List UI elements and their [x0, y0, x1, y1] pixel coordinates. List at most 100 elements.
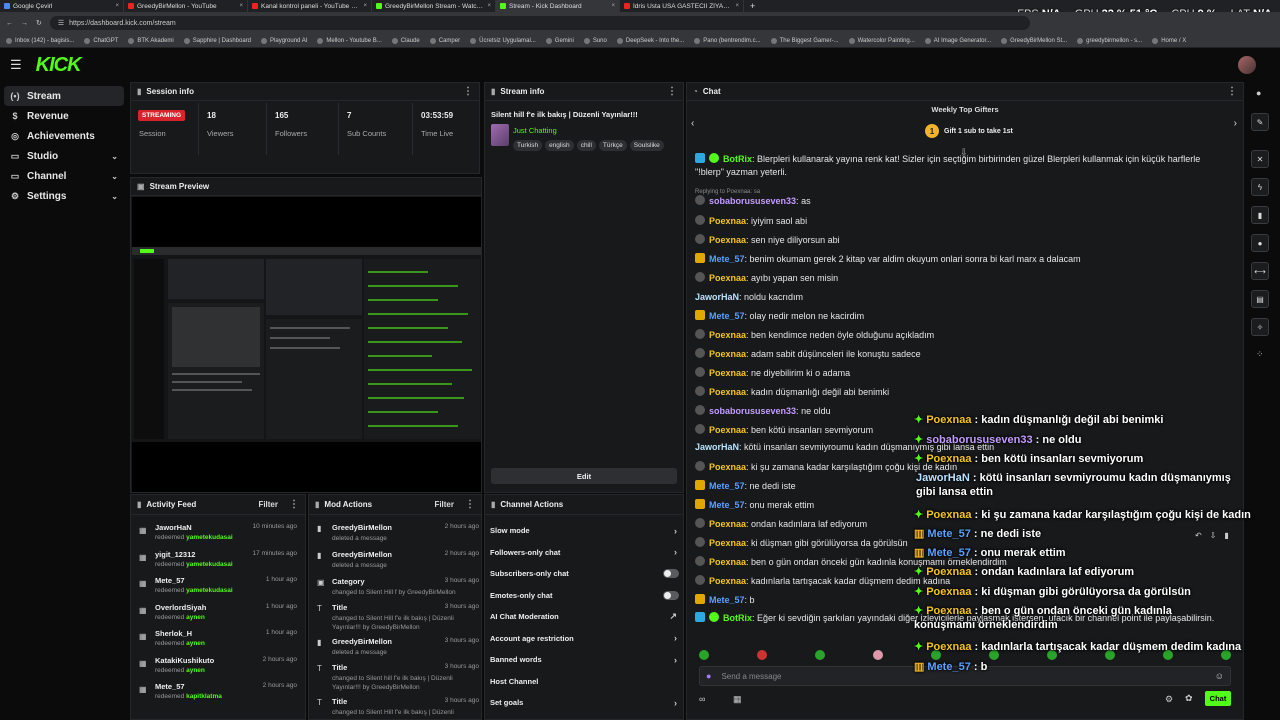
bookmark-item[interactable]: Ücretsiz Uygulamal... — [470, 37, 536, 44]
chat-username[interactable]: Poexnaa — [709, 387, 746, 397]
more-icon[interactable]: ⋮ — [289, 499, 299, 510]
browser-tab[interactable]: Kanal kontrol paneli - YouTube Stu × — [248, 0, 372, 12]
chat-username[interactable]: Poexnaa — [709, 557, 746, 567]
chevron-right-icon[interactable]: › — [674, 698, 677, 708]
chat-message[interactable]: Mete_57: b — [695, 594, 1230, 607]
sidebar-item-settings[interactable]: ⚙ Settings ⌄ — [4, 186, 124, 206]
pin-message-icon[interactable]: ⇩ — [1210, 531, 1217, 540]
chat-message[interactable]: BotRix: Blerpleri kullanarak yayına renk… — [695, 153, 1230, 179]
mod-filter-button[interactable]: Filter — [434, 500, 454, 509]
channel-action-followers-only-chat[interactable]: Followers-only chat › — [485, 542, 683, 563]
chat-username[interactable]: Poexnaa — [709, 519, 746, 529]
chevron-right-icon[interactable]: › — [674, 547, 677, 557]
bookmark-item[interactable]: Sapphire | Dashboard — [183, 37, 251, 44]
category-name[interactable]: Just Chatting — [513, 126, 557, 135]
channel-action-host-channel[interactable]: Host Channel — [485, 671, 683, 692]
chat-message[interactable]: Mete_57: benim okumam gerek 2 kitap var … — [695, 253, 1230, 266]
new-tab-icon[interactable]: + — [744, 1, 761, 11]
chat-username[interactable]: Poexnaa — [709, 330, 746, 340]
stream-preview-video[interactable] — [132, 197, 481, 492]
activity-user[interactable]: KatakiKushikuto — [155, 656, 214, 665]
chat-username[interactable]: sobaborususeven33 — [709, 196, 796, 206]
activity-user[interactable]: Mete_57 — [155, 682, 185, 691]
chat-message[interactable]: sobaborususeven33: ne oldu — [695, 405, 1230, 418]
chat-message[interactable]: Poexnaa: ondan kadınlara laf ediyorum — [695, 518, 1230, 531]
bookmark-item[interactable]: Camper — [429, 37, 460, 44]
bookmark-item[interactable]: DeepSeek - Into the... — [616, 37, 684, 44]
gift-icon[interactable]: ▦ — [733, 694, 742, 705]
emote-picker-icon[interactable]: ✿ — [1185, 693, 1193, 704]
channel-action-account-age-restriction[interactable]: Account age restriction › — [485, 628, 683, 649]
bookmark-item[interactable]: Watercolor Painting... — [848, 37, 915, 44]
close-tab-icon[interactable]: × — [115, 3, 119, 9]
channel-action-subscribers-only-chat[interactable]: Subscribers-only chat — [485, 563, 683, 584]
emote-icon[interactable] — [1221, 650, 1231, 660]
chat-message[interactable]: BotRix: Eğer ki sevdiğin şarkıları yayın… — [695, 612, 1230, 625]
edit-button[interactable]: Edit — [491, 468, 677, 484]
chat-username[interactable]: Mete_57 — [709, 595, 745, 605]
emote-icon[interactable] — [757, 650, 767, 660]
bookmark-item[interactable]: Mellon - Youtube B... — [317, 37, 382, 44]
more-icon[interactable]: ⋮ — [1227, 86, 1237, 97]
chat-username[interactable]: Poexnaa — [709, 576, 746, 586]
chat-message[interactable]: Poexnaa: iyiyim saol abi — [695, 215, 1230, 228]
chat-username[interactable]: Poexnaa — [709, 273, 746, 283]
chevron-right-icon[interactable]: › — [674, 655, 677, 665]
chat-message[interactable]: Poexnaa: kadın düşmanlığı değil abi beni… — [695, 386, 1230, 399]
chat-username[interactable]: sobaborususeven33 — [709, 406, 796, 416]
emote-icon[interactable] — [1105, 650, 1115, 660]
chat-username[interactable]: Poexnaa — [709, 216, 746, 226]
emote-icon[interactable] — [1047, 650, 1057, 660]
stream-tag[interactable]: Türkçe — [598, 140, 627, 151]
crosshair-icon[interactable]: ✕ — [1251, 150, 1269, 168]
emote-icon[interactable] — [873, 650, 883, 660]
bookmark-item[interactable]: BTK Akademi — [128, 37, 174, 44]
chat-username[interactable]: Poexnaa — [709, 349, 746, 359]
channel-action-set-goals[interactable]: Set goals › — [485, 692, 683, 713]
delete-icon[interactable]: ▮ — [1224, 531, 1228, 540]
chat-username[interactable]: BotRix — [723, 613, 752, 623]
chat-message[interactable]: sobaborususeven33: as — [695, 195, 1230, 208]
chat-username[interactable]: BotRix — [723, 154, 752, 164]
chevron-right-icon[interactable]: › — [674, 526, 677, 536]
sidebar-item-studio[interactable]: ▭ Studio ⌄ — [4, 146, 124, 166]
browser-tab[interactable]: Google Çevirl × — [0, 0, 124, 12]
chevron-down-icon[interactable]: ⌄ — [111, 192, 118, 201]
close-tab-icon[interactable]: × — [363, 3, 367, 9]
reply-icon[interactable]: ↶ — [1195, 531, 1202, 540]
more-icon[interactable]: ⋮ — [463, 86, 473, 97]
top-rail-icon[interactable]: ● — [1256, 88, 1261, 98]
bookmark-item[interactable]: Claude — [391, 37, 420, 44]
activity-user[interactable]: Sherlok_H — [155, 629, 192, 638]
back-icon[interactable]: ← — [6, 20, 13, 27]
stream-tag[interactable]: chill — [576, 140, 596, 151]
activity-user[interactable]: OverlordSiyah — [155, 603, 206, 612]
address-bar[interactable]: ☰ https://dashboard.kick.com/stream — [49, 16, 1030, 30]
lightning-icon[interactable]: ϟ — [1251, 178, 1269, 196]
chat-input[interactable]: ● Send a message ☺ — [699, 666, 1231, 686]
external-link-icon[interactable]: ↗ — [669, 611, 677, 622]
chat-message[interactable]: Mete_57: ne dedi iste — [695, 480, 1230, 493]
settings-icon[interactable]: ⚙ — [1165, 694, 1173, 705]
sidebar-item-stream[interactable]: (•) Stream — [4, 86, 124, 106]
browser-tab[interactable]: İdris Usta USA GASTECII ZİYARETİ × — [620, 0, 744, 12]
toggle-switch[interactable] — [663, 590, 679, 600]
activity-user[interactable]: JaworHaN — [155, 523, 192, 532]
chat-message[interactable]: Mete_57: olay nedir melon ne kacirdim — [695, 310, 1230, 323]
emote-icon[interactable] — [815, 650, 825, 660]
bookmark-item[interactable]: ChatGPT — [84, 37, 118, 44]
chat-message[interactable]: Poexnaa: kadınlarla tartışacak kadar düş… — [695, 575, 1230, 588]
chat-message[interactable]: Mete_57: onu merak ettim — [695, 499, 1230, 512]
chat-username[interactable]: Poexnaa — [709, 235, 746, 245]
emote-icon[interactable] — [989, 650, 999, 660]
chat-username[interactable]: Poexnaa — [709, 368, 746, 378]
edit-icon[interactable]: ✎ — [1251, 113, 1269, 131]
more-icon[interactable]: ⋮ — [667, 86, 677, 97]
chevron-down-icon[interactable]: ⌄ — [111, 152, 118, 161]
chat-message[interactable]: Poexnaa: ben kötü insanları sevmiyorum — [695, 424, 1230, 437]
toggle-switch[interactable] — [663, 569, 679, 578]
stream-tag[interactable]: Turkish — [513, 140, 543, 151]
chat-username[interactable]: Poexnaa — [709, 462, 746, 472]
chevron-right-icon[interactable]: › — [1234, 118, 1237, 129]
sidebar-item-revenue[interactable]: $ Revenue — [4, 106, 124, 126]
